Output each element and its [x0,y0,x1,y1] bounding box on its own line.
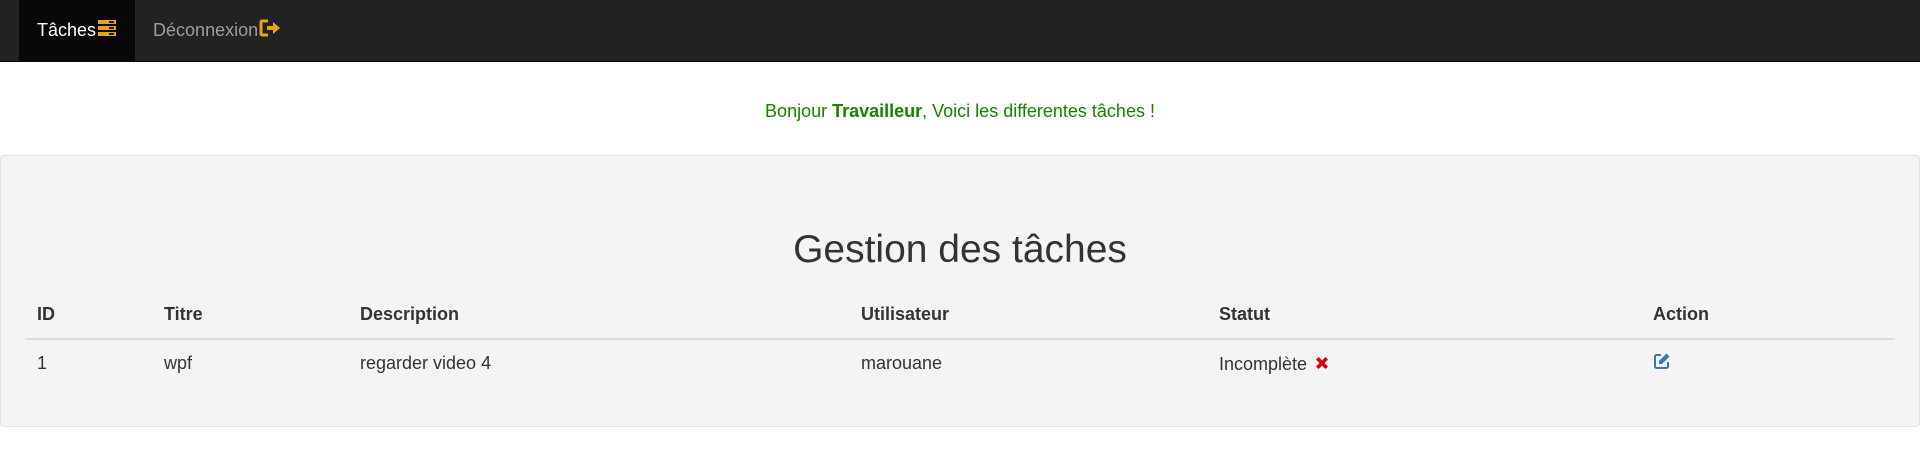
column-header-action: Action [1641,290,1895,340]
nav-tasks-label: Tâches [37,20,97,40]
nav-tasks-link[interactable]: Tâches [19,0,136,61]
page-title: Gestion des tâches [793,228,1127,271]
cell-titre: wpf [164,352,193,373]
cell-statut: Incomplète [1207,339,1641,386]
tasks-table: ID Titre Description Utilisateur Statut … [25,290,1895,386]
cell-id: 1 [37,352,48,373]
greeting-prefix: Bonjour [765,101,833,121]
welcome-message: Bonjour Travailleur, Voici les different… [0,101,1920,121]
status-label: Incomplète [1219,354,1308,374]
greeting-suffix: , Voici les differentes tâches ! [922,101,1155,121]
column-header-titre: Titre [152,290,348,340]
cell-description: regarder video 4 [360,352,492,373]
cell-action [1641,339,1895,386]
navbar: Tâches Déconnexion [0,0,1920,62]
tasks-panel: Gestion des tâches ID Titre Description … [0,155,1920,427]
logout-icon [258,19,281,42]
nav-logout-link[interactable]: Déconnexion [135,0,299,61]
column-header-statut: Statut [1207,290,1641,340]
nav-logout-label: Déconnexion [153,20,259,40]
column-header-utilisateur: Utilisateur [849,290,1207,340]
cell-utilisateur: marouane [861,352,943,373]
table-header-row: ID Titre Description Utilisateur Statut … [25,290,1895,340]
tasks-icon [96,19,117,42]
column-header-id: ID [25,290,152,340]
cross-icon [1314,350,1330,375]
column-header-description: Description [348,290,849,340]
edit-icon[interactable] [1653,352,1671,375]
greeting-username: Travailleur [832,101,923,121]
table-row: 1 wpf regarder video 4 marouane Incomplè… [25,339,1895,386]
